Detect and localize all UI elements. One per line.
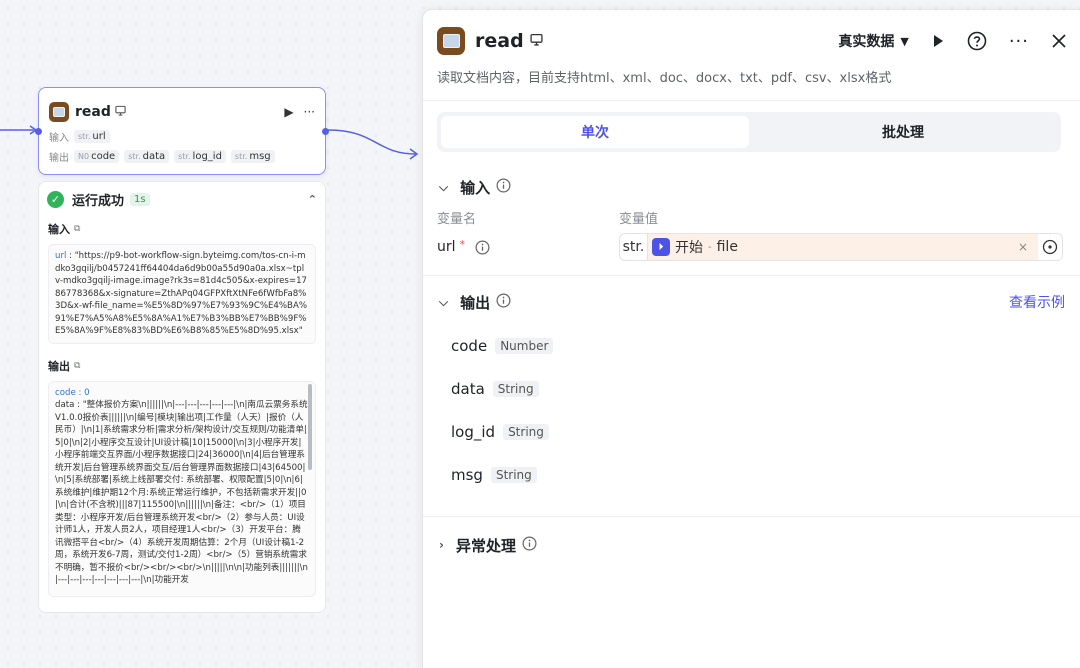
help-icon[interactable] — [967, 31, 987, 51]
view-example-link[interactable]: 查看示例 — [1009, 292, 1065, 312]
chevron-down-icon[interactable]: ⌵ — [439, 180, 448, 195]
divider — [423, 516, 1080, 517]
divider — [423, 100, 1080, 101]
error-handling-section-header[interactable]: › 异常处理 — [423, 533, 1080, 557]
output-section-header[interactable]: ⌵ 输出 查看示例 — [423, 290, 1080, 314]
close-icon[interactable] — [1051, 33, 1067, 49]
output-var-row: data String — [423, 367, 1080, 410]
input-var-url: url * — [437, 238, 619, 255]
param-chip: str. msg — [230, 149, 275, 163]
tab-single[interactable]: 单次 — [441, 116, 749, 148]
info-icon[interactable] — [496, 178, 511, 197]
input-section-header[interactable]: ⌵ 输入 — [423, 175, 1080, 199]
chevron-up-icon[interactable]: ⌃ — [308, 193, 317, 206]
param-chip: str. url — [74, 129, 110, 143]
type-label: str. — [620, 234, 648, 260]
run-icon[interactable] — [931, 34, 945, 48]
data-mode-select[interactable]: 真实数据 ▼ — [838, 31, 908, 51]
run-result-card: ✓ 运行成功 1s ⌃ 输入 ⧉ url : "https://p9-bot-w… — [38, 181, 326, 613]
panel-title: read — [475, 30, 524, 52]
preview-icon — [530, 33, 543, 50]
run-node-icon[interactable]: ▶ — [284, 105, 293, 119]
node-title: read — [75, 104, 111, 120]
document-reader-icon — [437, 27, 465, 55]
result-input-label: 输入 — [48, 223, 70, 236]
param-chip: str. log_id — [174, 149, 226, 163]
workflow-node-read[interactable]: read ▶ ··· 输入 str. url 输出 N0 code str. data… — [35, 87, 329, 175]
outgoing-edge — [327, 129, 419, 160]
node-input-row: 输入 str. url — [39, 126, 325, 146]
caret-down-icon: ▼ — [900, 34, 909, 48]
col-var-name: 变量名 — [437, 211, 477, 227]
info-icon[interactable] — [522, 536, 537, 555]
node-config-panel: read 真实数据 ▼ ··· 读取文档内容，目前支持html、xml、doc、… — [422, 9, 1080, 668]
output-port[interactable] — [322, 128, 329, 135]
divider — [423, 275, 1080, 276]
param-chip: str. data — [124, 149, 170, 163]
incoming-edge — [0, 125, 38, 135]
param-chip: N0 code — [74, 149, 120, 163]
info-icon[interactable] — [475, 240, 490, 255]
run-duration-badge: 1s — [130, 193, 150, 206]
type-badge: Number — [495, 337, 554, 354]
node-output-row: 输出 N0 code str. data str. log_id str. msg — [39, 146, 325, 166]
output-var-row: code Number — [423, 324, 1080, 367]
clear-icon[interactable]: × — [1018, 240, 1034, 254]
run-mode-tabs: 单次 批处理 — [437, 112, 1061, 152]
result-output-box[interactable]: code : 0 data : "整体报价方案\n||||||\n|---|--… — [48, 380, 316, 597]
tab-batch[interactable]: 批处理 — [749, 116, 1057, 148]
result-input-box: url : "https://p9-bot-workflow-sign.byte… — [48, 244, 316, 344]
type-badge: String — [490, 466, 537, 483]
chevron-right-icon[interactable]: › — [439, 538, 444, 552]
col-var-value: 变量值 — [619, 211, 659, 227]
variable-reference[interactable]: ⏵ 开始 - file × — [648, 234, 1038, 260]
scrollbar[interactable] — [308, 383, 312, 470]
more-icon[interactable]: ··· — [1009, 31, 1029, 52]
variable-picker-icon[interactable] — [1038, 234, 1062, 260]
result-output-label: 输出 — [48, 359, 70, 373]
output-var-row: msg String — [423, 453, 1080, 496]
type-badge: String — [503, 423, 549, 440]
url-value-input[interactable]: str. ⏵ 开始 - file × — [619, 233, 1063, 261]
panel-description: 读取文档内容，目前支持html、xml、doc、docx、txt、pdf、csv… — [437, 71, 892, 86]
document-reader-icon — [49, 102, 69, 122]
chevron-down-icon[interactable]: ⌵ — [439, 295, 448, 310]
input-port[interactable] — [35, 128, 42, 135]
type-badge: String — [492, 380, 539, 397]
copy-icon[interactable]: ⧉ — [74, 361, 80, 371]
copy-icon[interactable]: ⧉ — [74, 224, 80, 234]
start-node-icon: ⏵ — [652, 238, 670, 256]
run-status: 运行成功 — [72, 194, 125, 209]
more-icon[interactable]: ··· — [304, 105, 315, 119]
output-var-row: log_id String — [423, 410, 1080, 453]
success-check-icon: ✓ — [47, 191, 64, 208]
info-icon[interactable] — [496, 293, 511, 312]
preview-icon — [115, 105, 126, 119]
